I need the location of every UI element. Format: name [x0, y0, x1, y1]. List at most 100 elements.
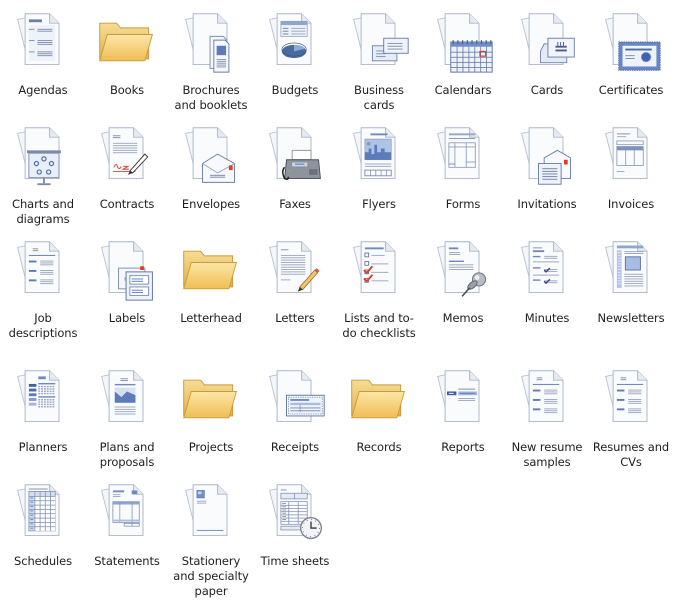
- budget-icon: [269, 13, 312, 66]
- certificate-icon: [605, 13, 661, 71]
- template-category-item[interactable]: Books: [85, 4, 169, 98]
- card-icon: [521, 13, 575, 66]
- template-category-item[interactable]: Statements: [85, 475, 169, 569]
- chart-diagram-icon: [17, 127, 61, 186]
- template-category-label: Invitations: [517, 197, 577, 211]
- template-category-label: Statements: [94, 554, 160, 568]
- template-category-item[interactable]: Memos: [421, 232, 505, 326]
- business-card-icon: [353, 13, 409, 66]
- template-category-item[interactable]: Charts and diagrams: [1, 118, 85, 227]
- template-category-label: Contracts: [99, 197, 155, 211]
- template-category-item[interactable]: Letterhead: [169, 232, 253, 326]
- template-category-item[interactable]: Forms: [421, 118, 505, 212]
- template-category-label: Newsletters: [597, 311, 665, 325]
- template-category-label: Certificates: [598, 83, 664, 97]
- template-category-label: Agendas: [18, 83, 68, 97]
- template-category-item[interactable]: Minutes: [505, 232, 589, 326]
- template-category-label: Minutes: [524, 311, 570, 325]
- template-category-item[interactable]: Calendars: [421, 4, 505, 98]
- template-category-label: Books: [109, 83, 145, 97]
- template-category-item[interactable]: Newsletters: [589, 232, 673, 326]
- template-category-item[interactable]: Projects: [169, 361, 253, 455]
- template-category-label: Stationery and specialty paper: [173, 554, 249, 598]
- template-category-label: Budgets: [271, 83, 319, 97]
- template-category-item[interactable]: Brochures and booklets: [169, 4, 253, 113]
- template-category-label: Labels: [108, 311, 146, 325]
- template-category-label: Records: [356, 440, 402, 454]
- stationery-icon: [185, 484, 228, 537]
- template-category-label: Letterhead: [180, 311, 242, 325]
- template-category-label: Faxes: [279, 197, 311, 211]
- template-category-label: Lists and to-do checklists: [342, 311, 416, 340]
- memo-icon: [437, 241, 487, 297]
- checklist-icon: [353, 241, 396, 294]
- template-category-label: Brochures and booklets: [174, 83, 248, 112]
- fax-icon: [269, 127, 321, 180]
- minutes-icon: [521, 241, 564, 294]
- template-category-item[interactable]: Planners: [1, 361, 85, 455]
- template-category-item[interactable]: New resume samples: [505, 361, 589, 470]
- folder-icon: [183, 379, 238, 419]
- folder-icon: [183, 250, 238, 290]
- template-category-item[interactable]: Lists and to-do checklists: [337, 232, 421, 341]
- timesheet-icon: [269, 484, 323, 540]
- template-category-item[interactable]: Records: [337, 361, 421, 455]
- resume-icon: [605, 370, 648, 423]
- template-category-label: Time sheets: [260, 554, 330, 568]
- statement-icon: [101, 484, 144, 537]
- newsletter-icon: [605, 241, 648, 294]
- job-description-icon: [17, 241, 60, 294]
- template-category-label: Reports: [441, 440, 485, 454]
- template-category-item[interactable]: Resumes and CVs: [589, 361, 673, 470]
- folder-icon: [351, 379, 406, 419]
- template-category-label: Flyers: [362, 197, 396, 211]
- template-category-item[interactable]: Time sheets: [253, 475, 337, 569]
- form-icon: [437, 127, 480, 180]
- template-category-label: Schedules: [14, 554, 72, 568]
- template-category-item[interactable]: Flyers: [337, 118, 421, 212]
- proposal-icon: [101, 370, 144, 423]
- template-category-label: Letters: [275, 311, 315, 325]
- template-category-item[interactable]: Certificates: [589, 4, 673, 98]
- template-category-item[interactable]: Budgets: [253, 4, 337, 98]
- letter-icon: [269, 241, 320, 294]
- template-category-label: Charts and diagrams: [12, 197, 74, 226]
- template-category-item[interactable]: Schedules: [1, 475, 85, 569]
- flyer-icon: [353, 127, 396, 180]
- template-category-label: Planners: [18, 440, 68, 454]
- template-category-label: Projects: [188, 440, 234, 454]
- template-category-item[interactable]: Business cards: [337, 4, 421, 113]
- folder-icon: [99, 22, 154, 62]
- template-category-item[interactable]: Letters: [253, 232, 337, 326]
- template-category-item[interactable]: Invitations: [505, 118, 589, 212]
- template-category-label: Plans and proposals: [99, 440, 155, 469]
- template-category-item[interactable]: Receipts: [253, 361, 337, 455]
- template-category-item[interactable]: Envelopes: [169, 118, 253, 212]
- template-category-label: Cards: [530, 83, 564, 97]
- template-category-label: Receipts: [270, 440, 320, 454]
- template-category-item[interactable]: Invoices: [589, 118, 673, 212]
- template-category-item[interactable]: Contracts: [85, 118, 169, 212]
- template-category-item[interactable]: Stationery and specialty paper: [169, 475, 253, 599]
- report-icon: [437, 370, 480, 423]
- template-category-label: Memos: [442, 311, 484, 325]
- template-category-label: Job descriptions: [8, 311, 78, 340]
- template-category-item[interactable]: Faxes: [253, 118, 337, 212]
- planner-icon: [17, 370, 60, 423]
- template-category-item[interactable]: Labels: [85, 232, 169, 326]
- template-category-label: Invoices: [607, 197, 655, 211]
- template-category-label: Resumes and CVs: [592, 440, 670, 469]
- resume-icon: [521, 370, 564, 423]
- receipt-icon: [269, 370, 325, 423]
- template-category-item[interactable]: Reports: [421, 361, 505, 455]
- template-category-item[interactable]: Plans and proposals: [85, 361, 169, 470]
- calendar-icon: [437, 13, 493, 73]
- template-category-item[interactable]: Cards: [505, 4, 589, 98]
- label-icon: [101, 241, 153, 301]
- template-category-item[interactable]: Agendas: [1, 4, 85, 98]
- schedule-icon: [17, 484, 60, 537]
- contract-icon: [101, 127, 149, 180]
- template-category-item[interactable]: Job descriptions: [1, 232, 85, 341]
- invitation-icon: [521, 127, 571, 185]
- agenda-icon: [17, 13, 60, 66]
